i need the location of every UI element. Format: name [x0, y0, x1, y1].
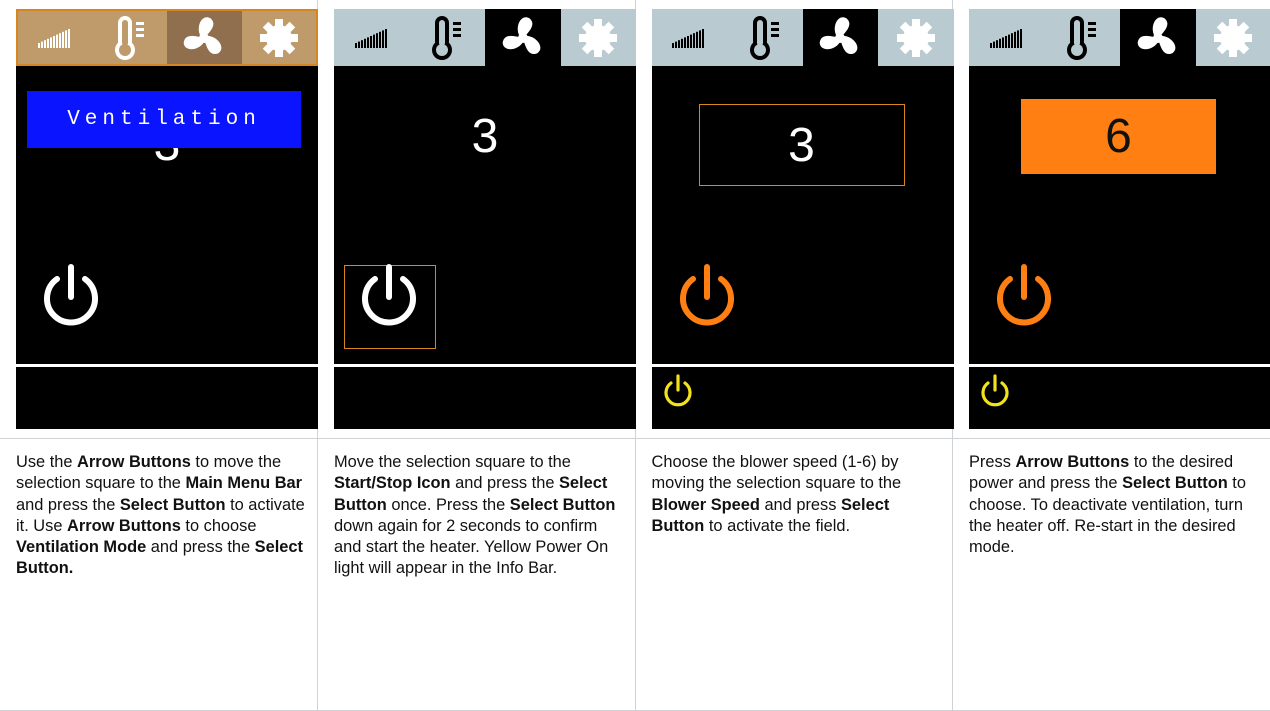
start-stop-button[interactable] — [352, 259, 426, 333]
fan-icon — [1135, 15, 1181, 61]
screenshot-row: 3 Ventilation 3 — [0, 0, 1270, 439]
description-text: and press the — [146, 538, 254, 556]
emphasis-text: Arrow Buttons — [1015, 453, 1129, 471]
blower-speed-value[interactable]: 3 — [334, 108, 636, 166]
info-bar-power-on-icon — [977, 373, 1013, 409]
menu-tab-signal[interactable] — [18, 11, 93, 64]
gear-icon — [896, 18, 936, 58]
thermometer-icon — [429, 14, 465, 62]
info-bar-divider — [969, 364, 1270, 367]
emphasis-text: Start/Stop Icon — [334, 474, 451, 492]
main-menu-bar[interactable] — [652, 9, 954, 66]
menu-tab-temperature[interactable] — [1045, 9, 1121, 66]
description-text: down again for 2 seconds to confirm and … — [334, 517, 608, 578]
menu-tab-settings[interactable] — [561, 9, 637, 66]
blower-speed-field[interactable]: 3 — [699, 104, 905, 186]
start-stop-button[interactable] — [34, 259, 108, 333]
instruction-table: 3 Ventilation 3 — [0, 0, 1270, 711]
mode-label: Ventilation — [27, 91, 301, 148]
description-text: and press the — [451, 474, 559, 492]
start-stop-button[interactable] — [987, 259, 1061, 333]
panel-3-description: Choose the blower speed (1-6) by moving … — [635, 439, 953, 711]
description-text: Choose the blower speed (1-6) by moving … — [652, 453, 902, 492]
menu-tab-settings[interactable] — [242, 11, 317, 64]
fan-icon — [181, 15, 227, 61]
description-row: Use the Arrow Buttons to move the select… — [0, 439, 1270, 711]
panel-2-description: Move the selection square to the Start/S… — [318, 439, 636, 711]
heater-display: 6 — [969, 9, 1270, 429]
panel-2-screenshot: 3 — [318, 0, 636, 439]
power-icon — [987, 320, 1061, 337]
info-bar-divider — [16, 364, 318, 367]
power-on-icon — [660, 396, 696, 413]
panel-3-screenshot: 3 — [635, 0, 953, 439]
signal-bars-icon — [353, 24, 391, 52]
gear-icon — [1213, 18, 1253, 58]
signal-bars-icon — [36, 24, 74, 52]
menu-tab-settings[interactable] — [1196, 9, 1270, 66]
description-text: to choose — [181, 517, 257, 535]
menu-tab-ventilation[interactable] — [803, 9, 879, 66]
panel-4-description: Press Arrow Buttons to the desired power… — [953, 439, 1270, 711]
signal-bars-icon — [988, 24, 1026, 52]
emphasis-text: Arrow Buttons — [67, 517, 181, 535]
info-bar-divider — [334, 364, 636, 367]
emphasis-text: Main Menu Bar — [185, 474, 302, 492]
menu-tab-ventilation[interactable] — [1120, 9, 1196, 66]
gear-icon — [578, 18, 618, 58]
fan-icon — [500, 15, 546, 61]
power-icon — [352, 320, 426, 337]
description-text: once. Press the — [387, 496, 510, 514]
gear-icon — [259, 18, 299, 58]
description-text: to activate the field. — [704, 517, 850, 535]
emphasis-text: Select Button — [1122, 474, 1228, 492]
heater-display: 3 — [652, 9, 954, 429]
description-text: and press the — [16, 496, 120, 514]
emphasis-text: Ventilation Mode — [16, 538, 146, 556]
main-menu-bar[interactable] — [334, 9, 636, 66]
power-on-icon — [977, 396, 1013, 413]
emphasis-text: Select Button — [510, 496, 616, 514]
description-text: Move the selection square to the — [334, 453, 571, 471]
emphasis-text: Arrow Buttons — [77, 453, 191, 471]
heater-display: 3 Ventilation — [16, 9, 318, 429]
description-text: Use the — [16, 453, 77, 471]
menu-tab-ventilation[interactable] — [167, 11, 242, 64]
menu-tab-temperature[interactable] — [93, 11, 168, 64]
start-stop-button[interactable] — [670, 259, 744, 333]
menu-tab-ventilation[interactable] — [485, 9, 561, 66]
info-bar-power-on-icon — [660, 373, 696, 409]
emphasis-text: Blower Speed — [652, 496, 760, 514]
main-menu-bar[interactable] — [16, 9, 318, 66]
main-menu-bar[interactable] — [969, 9, 1270, 66]
info-bar-divider — [652, 364, 954, 367]
menu-tab-temperature[interactable] — [727, 9, 803, 66]
menu-tab-temperature[interactable] — [410, 9, 486, 66]
thermometer-icon — [112, 14, 148, 62]
heater-display: 3 — [334, 9, 636, 429]
blower-speed-field-active[interactable]: 6 — [1021, 99, 1216, 174]
thermometer-icon — [1064, 14, 1100, 62]
menu-tab-signal[interactable] — [969, 9, 1045, 66]
emphasis-text: Select Button — [120, 496, 226, 514]
signal-bars-icon — [670, 24, 708, 52]
panel-4-screenshot: 6 — [953, 0, 1270, 439]
power-icon — [34, 320, 108, 337]
power-icon — [670, 320, 744, 337]
menu-tab-settings[interactable] — [878, 9, 954, 66]
description-text: Press — [969, 453, 1015, 471]
menu-tab-signal[interactable] — [334, 9, 410, 66]
panel-1-screenshot: 3 Ventilation — [0, 0, 318, 439]
fan-icon — [817, 15, 863, 61]
thermometer-icon — [747, 14, 783, 62]
menu-tab-signal[interactable] — [652, 9, 728, 66]
description-text: and press — [760, 496, 841, 514]
panel-1-description: Use the Arrow Buttons to move the select… — [0, 439, 318, 711]
